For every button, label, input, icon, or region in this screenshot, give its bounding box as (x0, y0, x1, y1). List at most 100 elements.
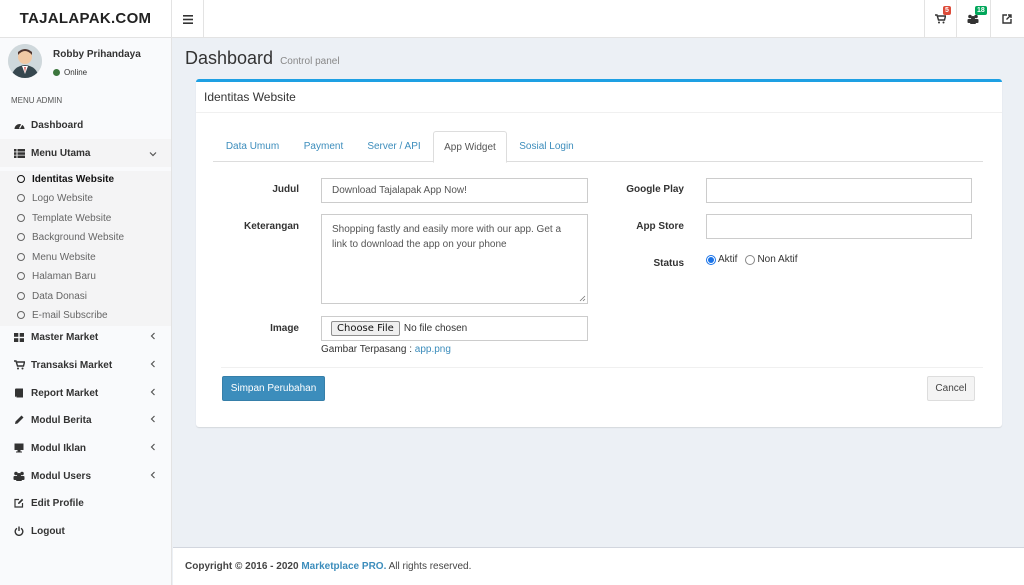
page-title: Dashboard (185, 48, 274, 68)
copyright-text: Copyright © 2016 - 2020 (185, 561, 299, 572)
resize-handle-icon[interactable] (579, 295, 586, 302)
sidebar-item-label: Modul Users (31, 470, 92, 482)
brand-link[interactable]: Marketplace PRO. (301, 561, 386, 572)
external-link-button[interactable] (990, 0, 1022, 38)
keterangan-textarea[interactable]: Shopping fastly and easily more with our… (321, 214, 588, 304)
choose-file-button[interactable]: Choose File (331, 321, 400, 336)
rights-text: All rights reserved. (388, 561, 472, 572)
box-title: Identitas Website (196, 82, 1002, 113)
tab-app-widget[interactable]: App Widget (433, 131, 507, 163)
chevron-left-icon (150, 443, 155, 451)
cart-icon (935, 14, 946, 24)
users-notification-button[interactable]: 18 (956, 0, 988, 38)
gambar-prefix: Gambar Terpasang : (321, 344, 415, 355)
sidebar-item-dashboard[interactable]: Dashboard (0, 111, 171, 139)
sidebar-item-label: Edit Profile (31, 497, 84, 509)
app-store-label: App Store (636, 221, 684, 232)
status-non-aktif-radio[interactable] (745, 254, 756, 265)
sidebar-item-edit-profile[interactable]: Edit Profile (0, 489, 171, 517)
submenu-email-subscribe[interactable]: E-mail Subscribe (17, 306, 108, 324)
menu-header: MENU ADMIN (11, 96, 63, 105)
submenu-background-website[interactable]: Background Website (17, 228, 124, 246)
cart-icon (12, 360, 26, 370)
sidebar-item-logout[interactable]: Logout (0, 517, 171, 545)
edit-icon (12, 498, 26, 508)
sidebar-item-label: Transaksi Market (31, 359, 113, 371)
gambar-terpasang: Gambar Terpasang : app.png (321, 344, 451, 355)
users-badge: 18 (975, 6, 987, 15)
keterangan-text: Shopping fastly and easily more with our… (332, 224, 562, 250)
submenu-label: E-mail Subscribe (32, 309, 108, 321)
content-header: Dashboard Control panel (185, 48, 340, 69)
bars-icon (182, 14, 193, 24)
submenu-label: Halaman Baru (32, 270, 96, 282)
status-non-aktif-label: Non Aktif (757, 254, 798, 265)
status-aktif-radio[interactable] (706, 254, 716, 265)
circle-icon (17, 194, 25, 202)
chevron-left-icon (150, 471, 155, 479)
users-icon (12, 471, 26, 481)
submenu-identitas-website[interactable]: Identitas Website (17, 170, 114, 188)
sidebar: Robby Prihandaya Online MENU ADMIN Dashb… (0, 38, 172, 585)
grid-icon (12, 332, 26, 342)
settings-tabs: Data Umum Payment Server / API App Widge… (213, 131, 983, 163)
judul-label: Judul (272, 184, 299, 195)
image-label: Image (270, 323, 299, 334)
submenu-data-donasi[interactable]: Data Donasi (17, 287, 87, 305)
site-logo[interactable]: TAJALAPAK.COM (0, 0, 172, 38)
submenu-menu-website[interactable]: Menu Website (17, 248, 96, 266)
google-play-label: Google Play (626, 184, 684, 195)
tab-payment[interactable]: Payment (292, 131, 355, 162)
form-divider (221, 367, 983, 368)
judul-input[interactable]: Download Tajalapak App Now! (321, 178, 588, 203)
chevron-left-icon (150, 388, 155, 396)
image-file-input[interactable]: Choose File No file chosen (321, 316, 588, 341)
sidebar-item-label: Master Market (31, 331, 99, 343)
sidebar-item-label: Dashboard (31, 119, 84, 131)
keterangan-label: Keterangan (243, 221, 299, 232)
sidebar-item-menu-utama[interactable]: Menu Utama (0, 139, 171, 167)
cart-badge: 5 (943, 6, 951, 15)
status-radio-group: Aktif Non Aktif (706, 254, 797, 265)
tab-sosial-login[interactable]: Sosial Login (507, 131, 586, 162)
save-button[interactable]: Simpan Perubahan (222, 376, 325, 401)
list-icon (12, 148, 26, 158)
submenu-label: Template Website (32, 212, 112, 224)
submenu-logo-website[interactable]: Logo Website (17, 189, 93, 207)
users-icon (967, 14, 978, 24)
power-icon (12, 526, 26, 536)
google-play-input[interactable] (706, 178, 972, 203)
sidebar-item-modul-iklan[interactable]: Modul Iklan (0, 434, 171, 462)
circle-icon (17, 175, 25, 183)
submenu-label: Logo Website (32, 192, 93, 204)
user-panel: Robby Prihandaya Online (0, 38, 172, 88)
sidebar-item-report-market[interactable]: Report Market (0, 379, 171, 407)
sidebar-item-label: Modul Iklan (31, 442, 86, 454)
status-aktif-label: Aktif (718, 254, 738, 265)
gambar-file-link[interactable]: app.png (415, 344, 451, 355)
cancel-button[interactable]: Cancel (927, 376, 975, 401)
user-status-label: Online (64, 68, 88, 77)
app-store-input[interactable] (706, 214, 972, 239)
submenu-label: Data Donasi (32, 290, 88, 302)
tab-data-umum[interactable]: Data Umum (213, 131, 292, 162)
sidebar-item-modul-users[interactable]: Modul Users (0, 462, 171, 490)
submenu-template-website[interactable]: Template Website (17, 209, 111, 227)
tab-server-api[interactable]: Server / API (355, 131, 433, 162)
submenu-label: Menu Website (32, 251, 96, 263)
pencil-icon (12, 415, 26, 425)
top-navbar: TAJALAPAK.COM 5 18 (0, 0, 1024, 38)
sidebar-item-transaksi-market[interactable]: Transaksi Market (0, 351, 171, 379)
sidebar-item-master-market[interactable]: Master Market (0, 323, 171, 351)
desktop-icon (12, 443, 26, 453)
online-dot-icon (53, 69, 60, 76)
chevron-left-icon (150, 360, 155, 368)
chevron-left-icon (150, 415, 155, 423)
sidebar-toggle-button[interactable] (172, 0, 204, 38)
user-status: Online (53, 68, 87, 77)
dashboard-icon (12, 121, 26, 130)
submenu-halaman-baru[interactable]: Halaman Baru (17, 267, 96, 285)
cart-notification-button[interactable]: 5 (924, 0, 956, 38)
sidebar-item-label: Logout (31, 525, 65, 537)
sidebar-item-modul-berita[interactable]: Modul Berita (0, 406, 171, 434)
